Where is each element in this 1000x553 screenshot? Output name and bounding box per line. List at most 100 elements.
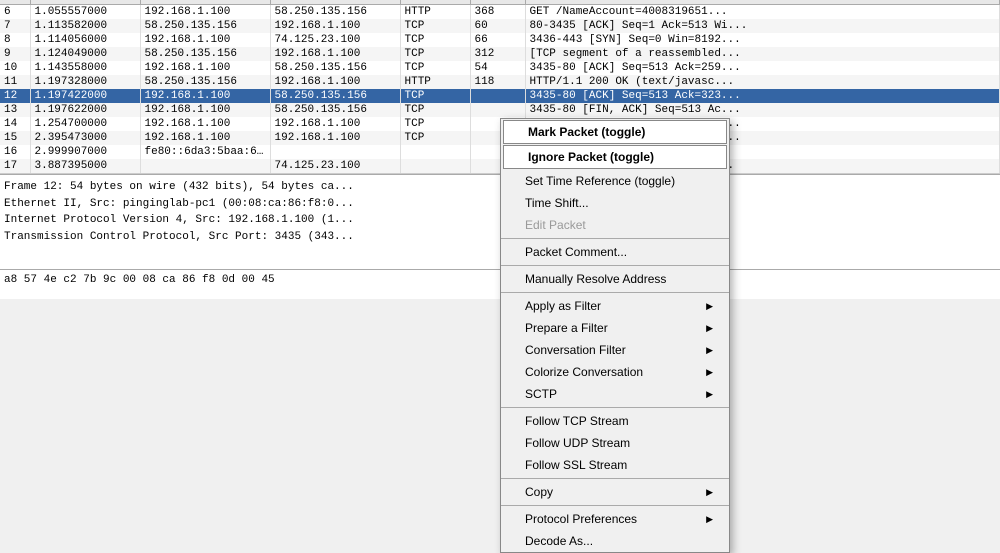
table-cell: TCP <box>400 103 470 117</box>
table-row[interactable]: 81.114056000192.168.1.10074.125.23.100TC… <box>0 33 1000 47</box>
table-cell: 15 <box>0 131 30 145</box>
table-cell: 3435-80 [ACK] Seq=513 Ack=323... <box>525 89 1000 103</box>
menu-item-label: Conversation Filter <box>525 343 626 357</box>
menu-item-label: Decode As... <box>525 534 593 548</box>
table-cell: 74.125.23.100 <box>270 159 400 173</box>
table-cell: 13 <box>0 103 30 117</box>
menu-item-sctp[interactable]: SCTP ▶ <box>501 383 729 405</box>
table-cell: 60 <box>470 19 525 33</box>
table-cell: [TCP segment of a reassembled... <box>525 47 1000 61</box>
table-cell: 14 <box>0 117 30 131</box>
table-cell: 3436-443 [SYN] Seq=0 Win=8192... <box>525 33 1000 47</box>
table-cell: 80-3435 [ACK] Seq=1 Ack=513 Wi... <box>525 19 1000 33</box>
table-cell: 58.250.135.156 <box>270 61 400 75</box>
menu-item-colorize-conversation[interactable]: Colorize Conversation ▶ <box>501 361 729 383</box>
table-cell: 3435-80 [ACK] Seq=513 Ack=259... <box>525 61 1000 75</box>
table-cell: TCP <box>400 61 470 75</box>
menu-item-label: Apply as Filter <box>525 299 601 313</box>
table-cell: 58.250.135.156 <box>270 103 400 117</box>
table-cell: 192.168.1.100 <box>140 61 270 75</box>
menu-arrow-icon: ▶ <box>706 514 713 525</box>
table-cell <box>270 145 400 159</box>
menu-item-packet-comment---[interactable]: Packet Comment... <box>501 241 729 263</box>
menu-item-label: Follow TCP Stream <box>525 414 629 428</box>
menu-item-label: Prepare a Filter <box>525 321 608 335</box>
menu-separator <box>501 292 729 293</box>
menu-item-follow-udp-stream[interactable]: Follow UDP Stream <box>501 432 729 454</box>
menu-arrow-icon: ▶ <box>706 301 713 312</box>
table-cell: 7 <box>0 19 30 33</box>
table-row[interactable]: 71.11358200058.250.135.156192.168.1.100T… <box>0 19 1000 33</box>
table-cell: 192.168.1.100 <box>270 75 400 89</box>
menu-item-protocol-preferences[interactable]: Protocol Preferences ▶ <box>501 508 729 530</box>
menu-item-label: Protocol Preferences <box>525 512 637 526</box>
table-cell: 58.250.135.156 <box>140 19 270 33</box>
table-cell: TCP <box>400 131 470 145</box>
menu-item-label: Edit Packet <box>525 218 586 232</box>
menu-separator <box>501 238 729 239</box>
table-cell: 192.168.1.100 <box>270 117 400 131</box>
menu-item-label: Set Time Reference (toggle) <box>525 174 675 188</box>
menu-item-edit-packet[interactable]: Edit Packet <box>501 214 729 236</box>
table-row[interactable]: 111.19732800058.250.135.156192.168.1.100… <box>0 75 1000 89</box>
table-cell: 1.114056000 <box>30 33 140 47</box>
menu-item-manually-resolve-address[interactable]: Manually Resolve Address <box>501 268 729 290</box>
table-cell: 10 <box>0 61 30 75</box>
table-cell: 74.125.23.100 <box>270 33 400 47</box>
table-row[interactable]: 61.055557000192.168.1.10058.250.135.156H… <box>0 5 1000 20</box>
table-cell: 1.197328000 <box>30 75 140 89</box>
table-cell: 118 <box>470 75 525 89</box>
table-cell: 3.887395000 <box>30 159 140 173</box>
menu-item-conversation-filter[interactable]: Conversation Filter ▶ <box>501 339 729 361</box>
menu-item-label: Colorize Conversation <box>525 365 643 379</box>
table-cell: 2.395473000 <box>30 131 140 145</box>
menu-item-decode-as---[interactable]: Decode As... <box>501 530 729 552</box>
table-cell: 17 <box>0 159 30 173</box>
menu-item-apply-as-filter[interactable]: Apply as Filter ▶ <box>501 295 729 317</box>
menu-item-label: Ignore Packet (toggle) <box>528 150 654 164</box>
menu-arrow-icon: ▶ <box>706 367 713 378</box>
table-cell: 1.124049000 <box>30 47 140 61</box>
table-row[interactable]: 91.12404900058.250.135.156192.168.1.100T… <box>0 47 1000 61</box>
table-cell: HTTP <box>400 75 470 89</box>
menu-item-label: Packet Comment... <box>525 245 627 259</box>
table-cell: HTTP <box>400 5 470 20</box>
table-cell: TCP <box>400 19 470 33</box>
menu-arrow-icon: ▶ <box>706 389 713 400</box>
table-cell: 192.168.1.100 <box>140 103 270 117</box>
table-row[interactable]: 131.197622000192.168.1.10058.250.135.156… <box>0 103 1000 117</box>
menu-item-label: Follow UDP Stream <box>525 436 630 450</box>
menu-item-mark-packet--toggle-[interactable]: Mark Packet (toggle) <box>503 120 727 144</box>
menu-arrow-icon: ▶ <box>706 345 713 356</box>
context-menu[interactable]: Mark Packet (toggle) Ignore Packet (toggl… <box>500 118 730 553</box>
table-cell: 192.168.1.100 <box>270 131 400 145</box>
table-cell: 192.168.1.100 <box>140 131 270 145</box>
menu-item-prepare-a-filter[interactable]: Prepare a Filter▶ <box>501 317 729 339</box>
table-cell: GET /NameAccount=4008319651... <box>525 5 1000 20</box>
table-cell: 66 <box>470 33 525 47</box>
table-cell: 3435-80 [FIN, ACK] Seq=513 Ac... <box>525 103 1000 117</box>
menu-item-follow-ssl-stream[interactable]: Follow SSL Stream <box>501 454 729 476</box>
menu-item-ignore-packet--toggle-[interactable]: Ignore Packet (toggle) <box>503 145 727 169</box>
table-cell: 9 <box>0 47 30 61</box>
menu-item-label: Follow SSL Stream <box>525 458 627 472</box>
table-cell: HTTP/1.1 200 OK (text/javasc... <box>525 75 1000 89</box>
menu-item-set-time-reference--toggle-[interactable]: Set Time Reference (toggle) <box>501 170 729 192</box>
table-cell: 16 <box>0 145 30 159</box>
menu-item-copy[interactable]: Copy▶ <box>501 481 729 503</box>
table-cell <box>400 145 470 159</box>
table-cell: 312 <box>470 47 525 61</box>
table-row[interactable]: 121.197422000192.168.1.10058.250.135.156… <box>0 89 1000 103</box>
table-cell: 192.168.1.100 <box>140 33 270 47</box>
menu-item-label: SCTP <box>525 387 557 401</box>
menu-item-label: Time Shift... <box>525 196 589 210</box>
menu-item-follow-tcp-stream[interactable]: Follow TCP Stream <box>501 410 729 432</box>
table-cell: 2.999907000 <box>30 145 140 159</box>
table-cell: 192.168.1.100 <box>270 19 400 33</box>
table-cell: 11 <box>0 75 30 89</box>
menu-item-time-shift---[interactable]: Time Shift... <box>501 192 729 214</box>
menu-item-label: Copy <box>525 485 553 499</box>
table-cell: 12 <box>0 89 30 103</box>
table-row[interactable]: 101.143558000192.168.1.10058.250.135.156… <box>0 61 1000 75</box>
menu-item-label: Manually Resolve Address <box>525 272 666 286</box>
